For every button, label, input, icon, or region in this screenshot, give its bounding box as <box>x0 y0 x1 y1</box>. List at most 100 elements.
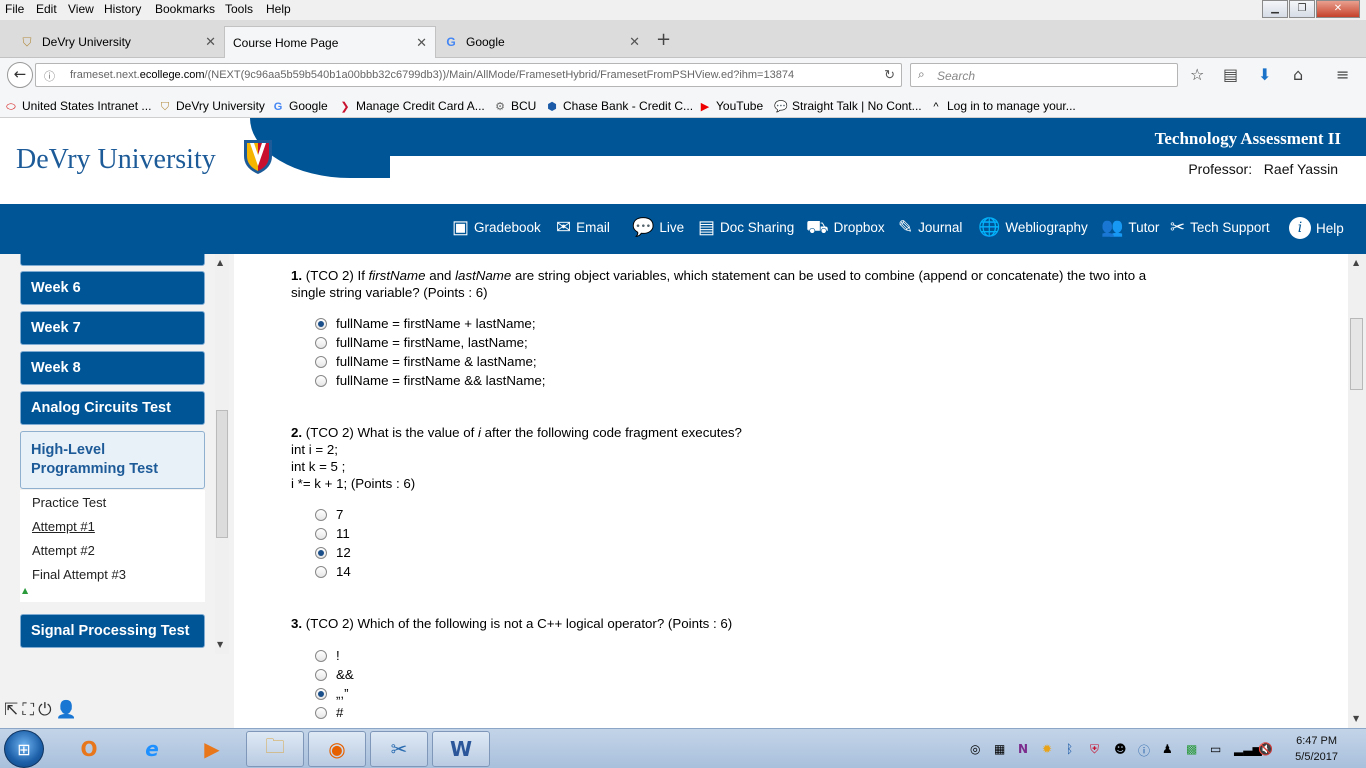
back-arrow-icon[interactable]: ← <box>7 62 33 88</box>
bookmark-item[interactable]: G Google <box>271 99 328 113</box>
radio-button[interactable] <box>315 649 327 662</box>
radio-button[interactable] <box>315 336 327 349</box>
tab-google[interactable]: G Google ✕ <box>436 26 648 58</box>
start-button-icon[interactable]: ⊞ <box>4 730 44 768</box>
q3-option-d[interactable]: # <box>315 704 343 721</box>
sub-final-attempt-3[interactable]: Final Attempt #3 <box>32 567 126 582</box>
radio-button[interactable] <box>315 508 327 521</box>
reload-icon[interactable]: ↻ <box>880 67 895 83</box>
menu-bookmarks[interactable]: Bookmarks <box>155 2 215 16</box>
scroll-up-icon[interactable]: ▲ <box>1353 258 1359 267</box>
close-tab-icon[interactable]: ✕ <box>629 34 640 50</box>
tab-devry[interactable]: ⛉ DeVry University ✕ <box>12 26 224 58</box>
radio-button[interactable] <box>315 565 327 578</box>
outlook-taskbar-icon[interactable]: O <box>60 731 118 767</box>
nav-week-7[interactable]: Week 7 <box>20 311 205 345</box>
ie-taskbar-icon[interactable]: e <box>123 731 181 767</box>
media-player-taskbar-icon[interactable]: ▶ <box>183 731 241 767</box>
tool-help[interactable]: i Help <box>1289 217 1344 239</box>
nav-week-5[interactable] <box>20 254 205 266</box>
q3-option-c[interactable]: „,” <box>315 685 349 702</box>
bookmark-item[interactable]: 💬 Straight Talk | No Cont... <box>774 99 921 113</box>
tool-tutor[interactable]: 👥 Tutor <box>1101 217 1159 237</box>
reading-list-icon[interactable]: ▤ <box>1223 65 1238 84</box>
tray-shield-icon[interactable]: ⛨ <box>1090 742 1099 757</box>
q3-option-b[interactable]: && <box>315 666 354 683</box>
info-icon[interactable]: ⓘ <box>44 68 55 84</box>
tray-doc-icon[interactable]: ▦ <box>994 742 1005 756</box>
q1-option-b[interactable]: fullName = firstName, lastName; <box>315 334 528 351</box>
menu-history[interactable]: History <box>104 2 141 16</box>
content-scrollbar[interactable]: ▲ ▼ <box>1348 254 1366 728</box>
tray-target-icon[interactable]: ◎ <box>970 742 980 756</box>
tray-info-icon[interactable]: ⓘ <box>1138 742 1150 759</box>
tool-doc-sharing[interactable]: ▤ Doc Sharing <box>698 217 794 237</box>
menu-help[interactable]: Help <box>266 2 291 16</box>
tray-bluetooth-icon[interactable]: ᛒ <box>1066 742 1073 756</box>
tray-user-icon[interactable]: ♟ <box>1162 742 1173 756</box>
sub-practice-test[interactable]: Practice Test <box>32 495 106 510</box>
expand-icon[interactable]: ⇱ <box>4 700 22 720</box>
nav-analog-circuits-test[interactable]: Analog Circuits Test <box>20 391 205 425</box>
bookmark-item[interactable]: ⚙ BCU <box>493 99 536 113</box>
q1-option-a[interactable]: fullName = firstName + lastName; <box>315 315 536 332</box>
hamburger-menu-icon[interactable]: ≡ <box>1336 65 1349 84</box>
tray-sun-icon[interactable]: ✹ <box>1042 742 1052 756</box>
bookmark-item[interactable]: ^ Log in to manage your... <box>929 99 1075 113</box>
minimize-icon[interactable]: ▁ <box>1262 0 1288 18</box>
nav-week-6[interactable]: Week 6 <box>20 271 205 305</box>
snipping-tool-taskbar-icon[interactable]: ✂ <box>370 731 428 767</box>
nav-high-level-programming-test[interactable]: High-Level Programming Test <box>20 431 205 489</box>
download-arrow-icon[interactable]: ⬇ <box>1258 65 1271 84</box>
explorer-taskbar-icon[interactable]: 🗀 <box>246 731 304 767</box>
tab-course-home[interactable]: Course Home Page ✕ <box>224 26 436 58</box>
bookmark-item[interactable]: ❯ Manage Credit Card A... <box>338 99 484 113</box>
url-bar[interactable]: ⓘ frameset.next.ecollege.com/(NEXT(9c96aa… <box>35 63 902 87</box>
bookmark-item[interactable]: ⬭ United States Intranet ... <box>4 99 151 114</box>
close-window-icon[interactable]: ✕ <box>1316 0 1360 18</box>
system-clock[interactable]: 6:47 PM 5/5/2017 <box>1295 733 1338 765</box>
radio-button[interactable] <box>315 668 327 681</box>
menu-view[interactable]: View <box>68 2 94 16</box>
sub-attempt-2[interactable]: Attempt #2 <box>32 543 95 558</box>
radio-button[interactable] <box>315 527 327 540</box>
q1-option-c[interactable]: fullName = firstName & lastName; <box>315 353 537 370</box>
tool-journal[interactable]: ✎ Journal <box>898 217 962 237</box>
radio-button[interactable] <box>315 687 327 700</box>
bookmark-item[interactable]: ▶ YouTube <box>698 99 763 113</box>
tray-person-icon[interactable]: ☻ <box>1114 742 1127 756</box>
tool-webliography[interactable]: 🌐 Webliography <box>978 217 1088 237</box>
tool-dropbox[interactable]: ⛟ Dropbox <box>806 217 885 237</box>
scroll-down-icon[interactable]: ▼ <box>217 640 223 649</box>
collapse-triangle-icon[interactable]: ▲ <box>22 586 28 595</box>
site-logo-text[interactable]: DeVry University <box>16 144 216 176</box>
restore-icon[interactable]: ❐ <box>1289 0 1315 18</box>
tray-network-icon[interactable]: ▩ <box>1186 742 1197 756</box>
scroll-up-icon[interactable]: ▲ <box>217 258 223 267</box>
scroll-down-icon[interactable]: ▼ <box>1353 714 1359 723</box>
home-icon[interactable]: ⌂ <box>1293 65 1303 84</box>
menu-tools[interactable]: Tools <box>225 2 253 16</box>
nav-signal-processing-test[interactable]: Signal Processing Test <box>20 614 205 648</box>
bookmark-item[interactable]: ⛉ DeVry University <box>158 99 265 114</box>
tray-monitor-icon[interactable]: ▭ <box>1210 742 1221 756</box>
power-icon[interactable]: ⏻ <box>38 700 55 720</box>
sub-attempt-1[interactable]: Attempt #1 <box>32 519 95 534</box>
q2-option-d[interactable]: 14 <box>315 563 351 580</box>
radio-button[interactable] <box>315 546 327 559</box>
radio-button[interactable] <box>315 317 327 330</box>
bookmark-item[interactable]: ⬢ Chase Bank - Credit C... <box>545 99 693 113</box>
popout-icon[interactable]: ⛶ <box>22 700 38 720</box>
scroll-thumb[interactable] <box>216 410 228 538</box>
search-field[interactable]: ⌕ Search <box>910 63 1178 87</box>
radio-button[interactable] <box>315 706 327 719</box>
q2-option-b[interactable]: 11 <box>315 525 350 542</box>
firefox-taskbar-icon[interactable]: ◉ <box>308 731 366 767</box>
q2-option-c[interactable]: 12 <box>315 544 351 561</box>
tool-live[interactable]: 💬 Live <box>632 217 684 237</box>
user-icon[interactable]: 👤 <box>56 700 81 720</box>
tool-gradebook[interactable]: ▣ Gradebook <box>452 217 541 237</box>
radio-button[interactable] <box>315 355 327 368</box>
q3-option-a[interactable]: ! <box>315 647 340 664</box>
new-tab-icon[interactable]: + <box>656 29 671 50</box>
